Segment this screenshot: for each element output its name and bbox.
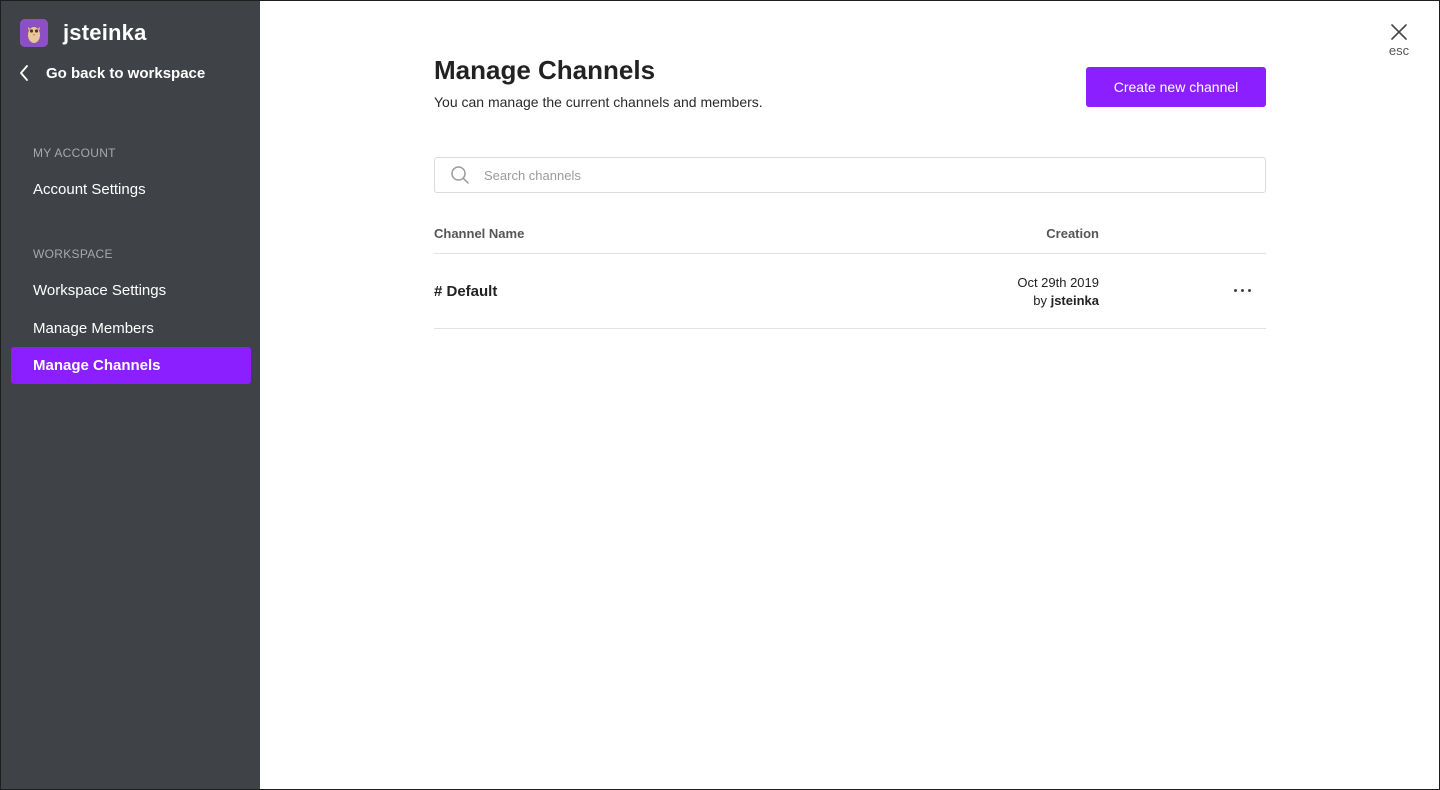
creation-by: by jsteinka — [999, 293, 1099, 308]
search-icon — [450, 165, 470, 185]
app-window: jsteinka Go back to workspace MY ACCOUNT… — [0, 0, 1440, 790]
sidebar-item-manage-channels[interactable]: Manage Channels — [11, 347, 251, 384]
column-header-creation: Creation — [1046, 226, 1099, 241]
chevron-left-icon — [19, 63, 31, 83]
search-input[interactable] — [484, 167, 1244, 183]
channel-name: # Default — [434, 283, 498, 300]
section-title-my-account: MY ACCOUNT — [33, 146, 116, 160]
table-row-divider — [434, 328, 1266, 329]
column-header-channel-name: Channel Name — [434, 226, 525, 241]
page-title: Manage Channels — [434, 55, 656, 85]
go-back-label: Go back to workspace — [46, 64, 206, 82]
creation-by-user: jsteinka — [1050, 293, 1099, 308]
workspace-name: jsteinka — [63, 20, 147, 45]
sidebar-item-manage-members[interactable]: Manage Members — [11, 310, 251, 347]
sidebar: jsteinka Go back to workspace MY ACCOUNT… — [1, 1, 260, 789]
table-row[interactable]: # Default Oct 29th 2019 by jsteinka — [434, 254, 1266, 328]
section-title-workspace: WORKSPACE — [33, 247, 113, 261]
owl-avatar-icon — [20, 19, 48, 47]
sidebar-item-account-settings[interactable]: Account Settings — [11, 171, 251, 208]
sidebar-item-workspace-settings[interactable]: Workspace Settings — [11, 272, 251, 309]
main-panel: Manage Channels You can manage the curre… — [260, 1, 1439, 789]
go-back-link[interactable]: Go back to workspace — [19, 63, 205, 83]
search-box[interactable] — [434, 157, 1266, 193]
creation-date: Oct 29th 2019 — [1017, 275, 1099, 290]
more-options-icon[interactable] — [1227, 281, 1257, 299]
close-button[interactable]: esc — [1384, 23, 1414, 58]
create-channel-button[interactable]: Create new channel — [1086, 67, 1266, 107]
esc-label: esc — [1388, 43, 1410, 58]
creation-by-prefix: by — [1033, 293, 1051, 308]
close-icon — [1384, 23, 1414, 43]
page-subtitle: You can manage the current channels and … — [434, 94, 763, 110]
workspace-header: jsteinka — [20, 19, 147, 47]
